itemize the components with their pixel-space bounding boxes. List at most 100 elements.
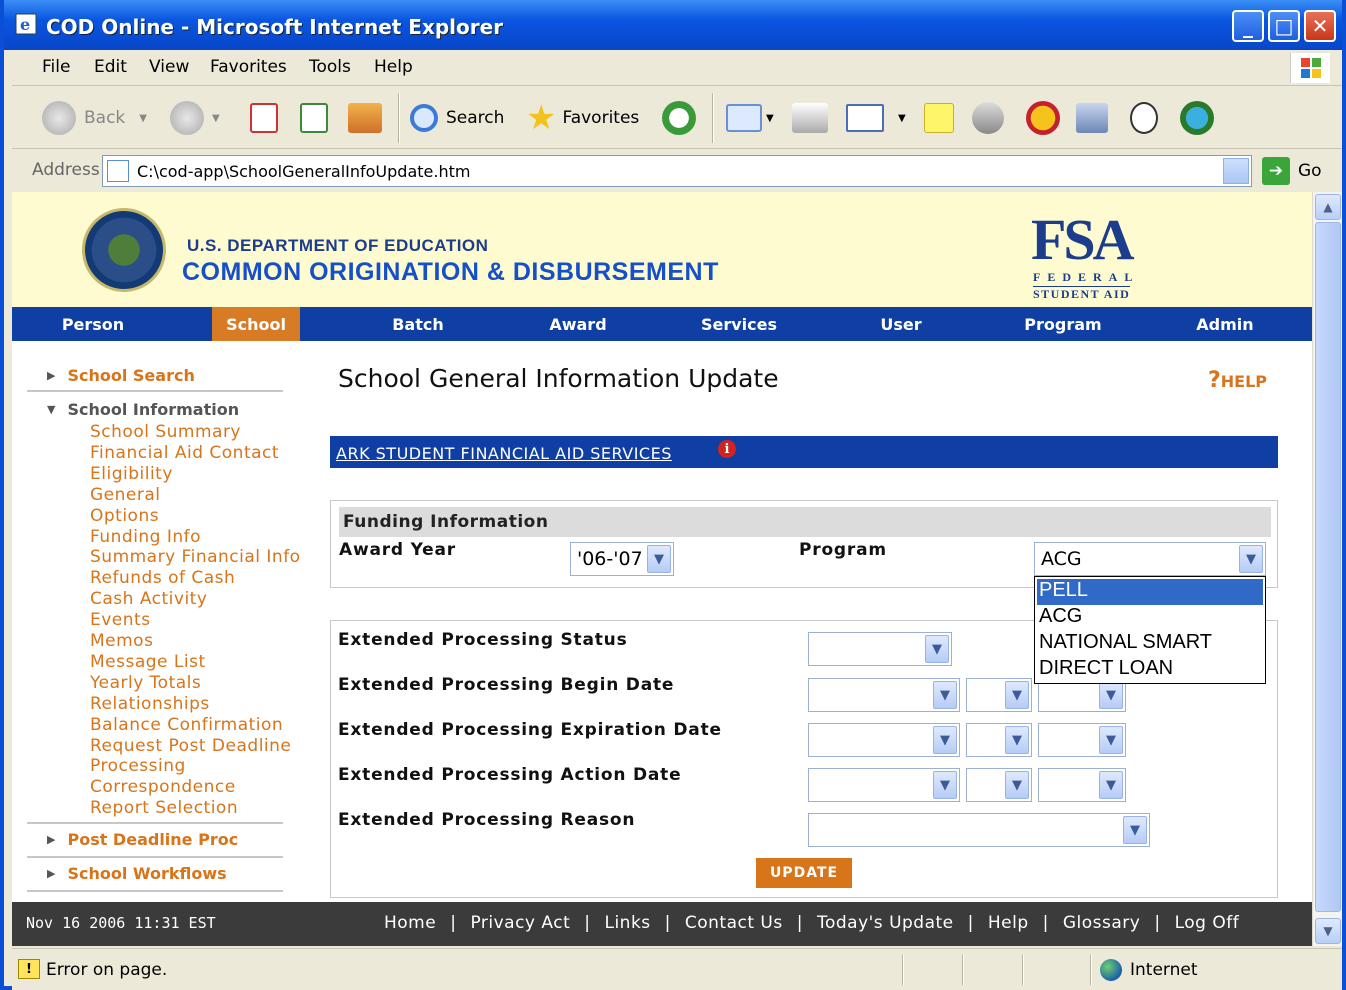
sidebar-item[interactable]: Funding Info — [90, 527, 201, 547]
address-input[interactable]: C:\cod-app\SchoolGeneralInfoUpdate.htm — [102, 155, 1252, 187]
footer-link[interactable]: Glossary — [1063, 913, 1140, 933]
footer-link[interactable]: Today's Update — [817, 913, 954, 933]
contacts-button[interactable] — [1180, 99, 1214, 137]
minimize-button[interactable]: _ — [1232, 10, 1264, 42]
scroll-thumb[interactable] — [1315, 222, 1341, 912]
sidebar-item[interactable]: Refunds of Cash — [90, 568, 235, 588]
ep-action-month-select[interactable]: ▼ — [808, 768, 960, 802]
scroll-up-button[interactable]: ▲ — [1315, 194, 1341, 220]
sidebar-item[interactable]: Report Selection — [90, 798, 238, 818]
media-button[interactable] — [1076, 99, 1108, 137]
discuss-button[interactable] — [924, 99, 954, 137]
history-button[interactable] — [662, 99, 696, 137]
menu-edit[interactable]: Edit — [94, 57, 127, 77]
print-button[interactable] — [792, 99, 828, 137]
back-button[interactable]: Back ▼ — [42, 99, 147, 137]
school-name-link[interactable]: ARK STUDENT FINANCIAL AID SERVICES — [336, 444, 672, 463]
sidebar-item[interactable]: Summary Financial Info — [90, 547, 301, 567]
research-button[interactable] — [1026, 99, 1060, 137]
sidebar-item[interactable]: General — [90, 485, 161, 505]
sidebar-item[interactable]: Events — [90, 610, 151, 630]
ep-expire-month-select[interactable]: ▼ — [808, 723, 960, 757]
sidebar-item[interactable]: Message List — [90, 652, 206, 672]
ep-action-day-select[interactable]: ▼ — [966, 768, 1032, 802]
sidebar-item[interactable]: Options — [90, 506, 159, 526]
program-option[interactable]: PELL — [1037, 579, 1263, 605]
sidebar-item[interactable]: Memos — [90, 631, 153, 651]
sidebar-item[interactable]: School Summary — [90, 422, 241, 442]
search-label: Search — [446, 108, 505, 128]
ep-action-year-select[interactable]: ▼ — [1038, 768, 1126, 802]
nav-school[interactable]: School — [212, 307, 300, 341]
sidebar-school-search[interactable]: ▶ School Search — [47, 366, 195, 385]
sidebar-item[interactable]: Eligibility — [90, 464, 173, 484]
footer-link[interactable]: Links — [604, 913, 650, 933]
program-option[interactable]: NATIONAL SMART — [1037, 631, 1263, 657]
sidebar-item[interactable]: Cash Activity — [90, 589, 207, 609]
sidebar-item[interactable]: Processing — [90, 756, 186, 776]
stop-button[interactable] — [250, 99, 278, 137]
sidebar-item[interactable]: Relationships — [90, 694, 210, 714]
footer-link[interactable]: Contact Us — [685, 913, 783, 933]
footer-link[interactable]: Log Off — [1175, 913, 1240, 933]
ep-status-select[interactable]: ▼ — [808, 632, 952, 666]
nav-services[interactable]: Services — [658, 307, 820, 341]
update-button[interactable]: UPDATE — [756, 858, 852, 888]
favorites-button[interactable]: ★ Favorites — [526, 99, 639, 137]
forward-button[interactable]: ▼ — [170, 99, 220, 137]
user-button[interactable] — [1130, 99, 1158, 137]
help-link[interactable]: ?HELP — [1208, 368, 1267, 393]
program-select[interactable]: ACG ▼ — [1034, 542, 1266, 576]
ep-begin-month-select[interactable]: ▼ — [808, 678, 960, 712]
maximize-button[interactable]: □ — [1268, 10, 1300, 42]
info-icon[interactable]: i — [718, 440, 736, 458]
go-arrow-icon: ➔ — [1262, 157, 1290, 185]
ep-expire-year-select[interactable]: ▼ — [1038, 723, 1126, 757]
sidebar-item[interactable]: Correspondence — [90, 777, 236, 797]
sidebar-item[interactable]: Balance Confirmation — [90, 715, 283, 735]
mail-button[interactable]: ▼ — [726, 99, 774, 137]
nav-award[interactable]: Award — [498, 307, 658, 341]
sidebar-school-information[interactable]: ▼ School Information — [47, 400, 239, 419]
sidebar-item[interactable]: Request Post Deadline — [90, 736, 291, 756]
go-button[interactable]: ➔ Go — [1262, 155, 1322, 187]
ep-begin-day-select[interactable]: ▼ — [966, 678, 1032, 712]
warning-icon[interactable]: ! — [18, 959, 40, 979]
address-dropdown-button[interactable] — [1223, 158, 1249, 184]
menu-file[interactable]: File — [42, 57, 70, 77]
sidebar-post-deadline[interactable]: ▶ Post Deadline Proc — [47, 830, 238, 849]
nav-admin[interactable]: Admin — [1144, 307, 1306, 341]
nav-batch[interactable]: Batch — [334, 307, 502, 341]
sidebar-item[interactable]: Yearly Totals — [90, 673, 201, 693]
footer-link[interactable]: Privacy Act — [470, 913, 570, 933]
collapsed-arrow-icon: ▶ — [47, 833, 56, 846]
scroll-down-button[interactable]: ▼ — [1315, 918, 1341, 944]
award-year-select[interactable]: '06-'07 ▼ — [570, 542, 674, 576]
messenger-button[interactable] — [972, 99, 1004, 137]
page-footer: Nov 16 2006 11:31 EST Home | Privacy Act | L… — [12, 902, 1312, 946]
menu-tools[interactable]: Tools — [309, 57, 351, 77]
menu-view[interactable]: View — [149, 57, 189, 77]
program-option[interactable]: ACG — [1037, 605, 1263, 631]
home-button[interactable] — [348, 99, 382, 137]
footer-link[interactable]: Home — [384, 913, 436, 933]
search-button[interactable]: Search — [410, 99, 504, 137]
ep-reason-select[interactable]: ▼ — [808, 813, 1150, 847]
sidebar-item[interactable]: Financial Aid Contact — [90, 443, 279, 463]
nav-user[interactable]: User — [820, 307, 982, 341]
refresh-button[interactable] — [300, 99, 328, 137]
edit-button[interactable]: ▼ — [846, 99, 906, 137]
footer-link[interactable]: Help — [988, 913, 1029, 933]
ep-expire-day-select[interactable]: ▼ — [966, 723, 1032, 757]
sidebar-school-workflows[interactable]: ▶ School Workflows — [47, 864, 227, 883]
ep-action-label: Extended Processing Action Date — [338, 765, 682, 785]
status-divider — [962, 955, 964, 985]
funding-header: Funding Information — [339, 507, 1271, 537]
close-button[interactable]: ✕ — [1304, 10, 1336, 42]
nav-program[interactable]: Program — [982, 307, 1144, 341]
menu-help[interactable]: Help — [374, 57, 413, 77]
nav-person[interactable]: Person — [12, 307, 174, 341]
menu-favorites[interactable]: Favorites — [210, 57, 287, 77]
vertical-scrollbar[interactable]: ▲ ▼ — [1312, 192, 1342, 946]
program-option[interactable]: DIRECT LOAN — [1037, 657, 1263, 683]
